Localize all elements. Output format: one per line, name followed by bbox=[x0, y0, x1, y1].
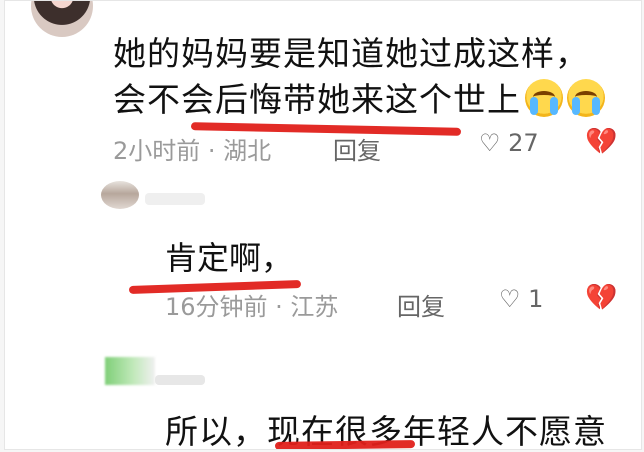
heart-outline-icon: ♡ bbox=[499, 285, 521, 313]
avatar[interactable] bbox=[31, 1, 93, 37]
reply-meta: 16分钟前 · 江苏 bbox=[165, 293, 339, 321]
reply-avatar[interactable] bbox=[105, 357, 155, 385]
broken-heart-icon: 💔 bbox=[585, 127, 618, 157]
like-button[interactable]: ♡ 27 bbox=[479, 129, 539, 157]
reply-button[interactable]: 回复 bbox=[397, 287, 445, 322]
blurred-username bbox=[145, 193, 205, 205]
reply-button[interactable]: 回复 bbox=[333, 131, 381, 166]
blurred-username bbox=[155, 375, 205, 385]
heart-outline-icon: ♡ bbox=[479, 129, 501, 157]
crying-face-icon bbox=[567, 79, 605, 117]
broken-heart-icon: 💔 bbox=[585, 283, 618, 313]
crying-face-icon bbox=[525, 79, 563, 117]
dislike-button[interactable]: 💔 bbox=[585, 283, 617, 313]
reply-text: 肯定啊， bbox=[165, 239, 294, 277]
comment-thread: 她的妈妈要是知道她过成这样， 会不会后悔带她来这个世上 2小时前 · 湖北 回复… bbox=[4, 0, 642, 450]
comment-meta: 2小时前 · 湖北 bbox=[113, 137, 272, 165]
like-button[interactable]: ♡ 1 bbox=[499, 285, 543, 313]
dislike-button[interactable]: 💔 bbox=[585, 127, 617, 157]
reply-avatar[interactable] bbox=[101, 181, 139, 209]
comment-text-line-2: 会不会后悔带她来这个世上 bbox=[113, 73, 605, 121]
comment-text-line-1: 她的妈妈要是知道她过成这样， bbox=[113, 34, 589, 73]
like-count: 27 bbox=[508, 129, 539, 157]
like-count: 1 bbox=[528, 285, 544, 313]
